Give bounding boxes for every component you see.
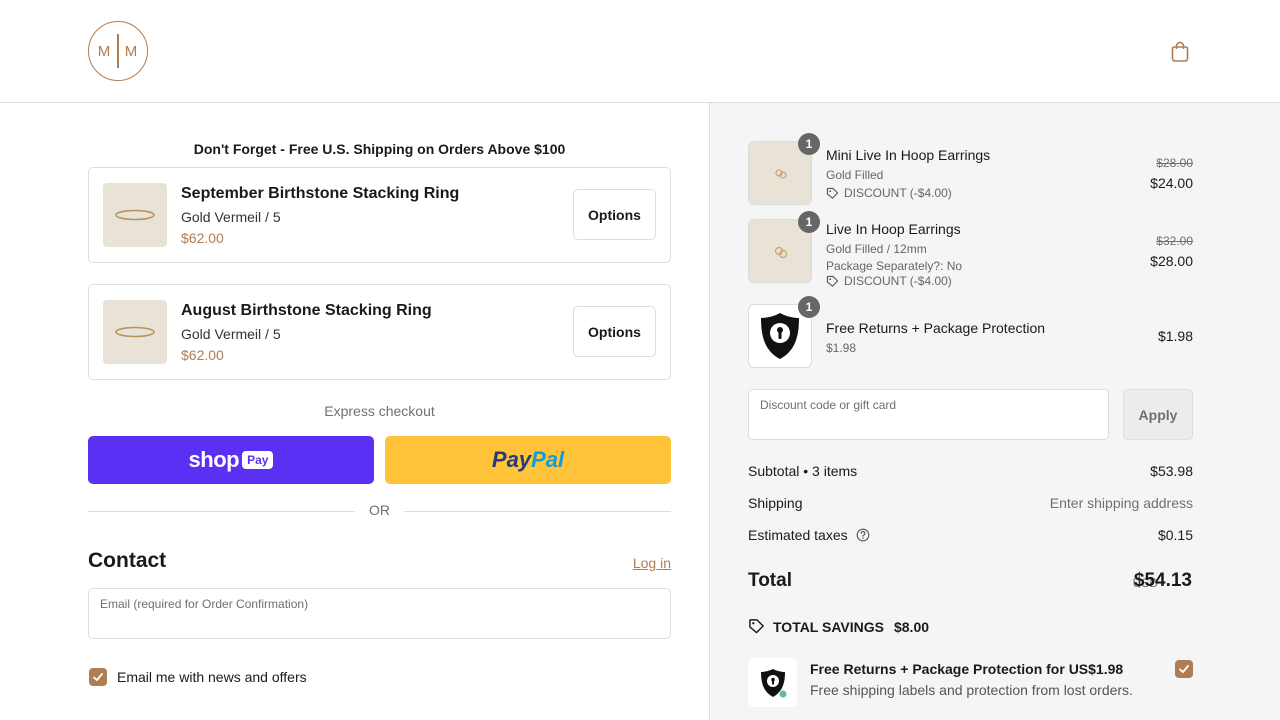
options-button[interactable]: Options (573, 306, 656, 357)
item-name: Mini Live In Hoop Earrings (826, 147, 991, 163)
shop-pay-button[interactable]: shop Pay (88, 436, 374, 484)
upsell-product-name: August Birthstone Stacking Ring (181, 302, 432, 319)
quantity-badge: 1 (798, 211, 820, 233)
earring-thumbnail: 1 (748, 133, 820, 205)
order-summary: 1 Mini Live In Hoop Earrings Gold Filled… (709, 103, 1280, 720)
protection-checkbox[interactable] (1175, 660, 1193, 678)
item-variant: Gold Filled (826, 168, 884, 182)
quantity-badge: 1 (798, 133, 820, 155)
item-name: Free Returns + Package Protection (826, 320, 1046, 336)
email-field[interactable]: Email (required for Order Confirmation) (88, 588, 671, 639)
shop-pay-pill: Pay (242, 451, 274, 469)
item-discount: DISCOUNT (-$4.00) (826, 274, 952, 288)
order-line-item: 1 Mini Live In Hoop Earrings Gold Filled… (748, 133, 1193, 205)
item-discount-text: DISCOUNT (-$4.00) (844, 274, 952, 288)
discount-code-input[interactable] (760, 414, 1100, 434)
or-text: OR (369, 502, 390, 518)
help-circle-icon[interactable] (856, 528, 870, 542)
contact-heading: Contact (88, 549, 167, 572)
upsell-card: August Birthstone Stacking Ring Gold Ver… (88, 284, 671, 380)
tag-icon (826, 275, 839, 287)
paypal-wordmark-pay: Pay (491, 447, 532, 472)
item-discount: DISCOUNT (-$4.00) (826, 186, 952, 200)
discount-code-field[interactable]: Discount code or gift card (748, 389, 1109, 440)
ring-thumbnail (103, 183, 167, 247)
upsell-card: September Birthstone Stacking Ring Gold … (88, 167, 671, 263)
free-shipping-banner: Don't Forget - Free U.S. Shipping on Ord… (193, 141, 566, 157)
total-savings-label: TOTAL SAVINGS (773, 618, 884, 635)
protection-thumbnail: 1 (748, 296, 820, 368)
shipping-label: Shipping (748, 495, 803, 511)
newsletter-checkbox[interactable] (89, 668, 107, 686)
protection-title: Free Returns + Package Protection for US… (810, 661, 1124, 677)
item-name: Live In Hoop Earrings (826, 221, 961, 237)
taxes-value: $0.15 (1157, 527, 1193, 543)
order-line-item: 1 Free Returns + Package Protection $1.9… (748, 296, 1193, 368)
shipping-value: Enter shipping address (1049, 495, 1193, 511)
item-price: $28.00 (1150, 253, 1193, 269)
options-button[interactable]: Options (573, 189, 656, 240)
total-value: $54.13 (1133, 570, 1192, 591)
checkmark-icon (93, 673, 103, 681)
email-input[interactable] (100, 613, 660, 633)
upsell-product-price: $62.00 (181, 230, 224, 246)
shop-pay-wordmark: shop (188, 447, 240, 472)
tag-icon (826, 187, 839, 199)
item-original-price: $28.00 (1156, 156, 1193, 170)
item-discount-text: DISCOUNT (-$4.00) (844, 186, 952, 200)
upsell-product-variant: Gold Vermeil / 5 (181, 209, 281, 225)
taxes-label: Estimated taxes (748, 527, 848, 543)
upsell-product-price: $62.00 (181, 347, 224, 363)
item-original-price: $32.00 (1156, 234, 1193, 248)
login-link[interactable]: Log in (633, 555, 671, 571)
item-variant: $1.98 (826, 341, 857, 355)
upsell-product-name: September Birthstone Stacking Ring (181, 185, 460, 202)
total-savings: TOTAL SAVINGS $8.00 (748, 618, 929, 635)
subtotal-label: Subtotal • 3 items (748, 463, 858, 479)
earring-thumbnail: 1 (748, 211, 820, 283)
package-protection-card: Free Returns + Package Protection for US… (748, 658, 1193, 718)
paypal-wordmark-pal: Pal (531, 447, 565, 472)
protection-description: Free shipping labels and protection from… (810, 682, 1133, 698)
total-label: Total (748, 570, 792, 591)
or-divider: OR (88, 502, 671, 520)
quantity-badge: 1 (798, 296, 820, 318)
store-logo[interactable]: M M (88, 21, 148, 81)
shield-lock-icon (760, 668, 786, 697)
logo-divider (117, 34, 119, 68)
order-line-item: 1 Live In Hoop Earrings Gold Filled / 12… (748, 211, 1193, 289)
checkmark-icon (1179, 665, 1189, 673)
item-variant: Gold Filled / 12mm (826, 242, 927, 256)
item-price: $1.98 (1157, 328, 1193, 344)
protection-logo (748, 658, 797, 707)
email-field-label: Email (required for Order Confirmation) (100, 597, 309, 611)
logo-letter-left: M (97, 42, 112, 60)
savings-tag-icon (749, 619, 764, 634)
apply-discount-button[interactable]: Apply (1123, 389, 1193, 440)
logo-letter-right: M (124, 42, 139, 60)
upsell-product-variant: Gold Vermeil / 5 (181, 326, 281, 342)
discount-field-label: Discount code or gift card (760, 398, 897, 412)
total-savings-value: $8.00 (893, 618, 930, 635)
item-price: $24.00 (1150, 175, 1193, 191)
taxes-label-group: Estimated taxes (748, 527, 870, 543)
ring-thumbnail (103, 300, 167, 364)
shopping-bag-icon[interactable] (1170, 40, 1190, 62)
express-checkout-label: Express checkout (324, 403, 435, 419)
item-option: Package Separately?: No (826, 259, 963, 273)
header: M M (0, 0, 1280, 103)
checkout-main: Don't Forget - Free U.S. Shipping on Ord… (0, 103, 710, 720)
paypal-button[interactable]: Pay Pal (385, 436, 671, 484)
subtotal-value: $53.98 (1150, 463, 1193, 479)
newsletter-label[interactable]: Email me with news and offers (117, 669, 307, 685)
